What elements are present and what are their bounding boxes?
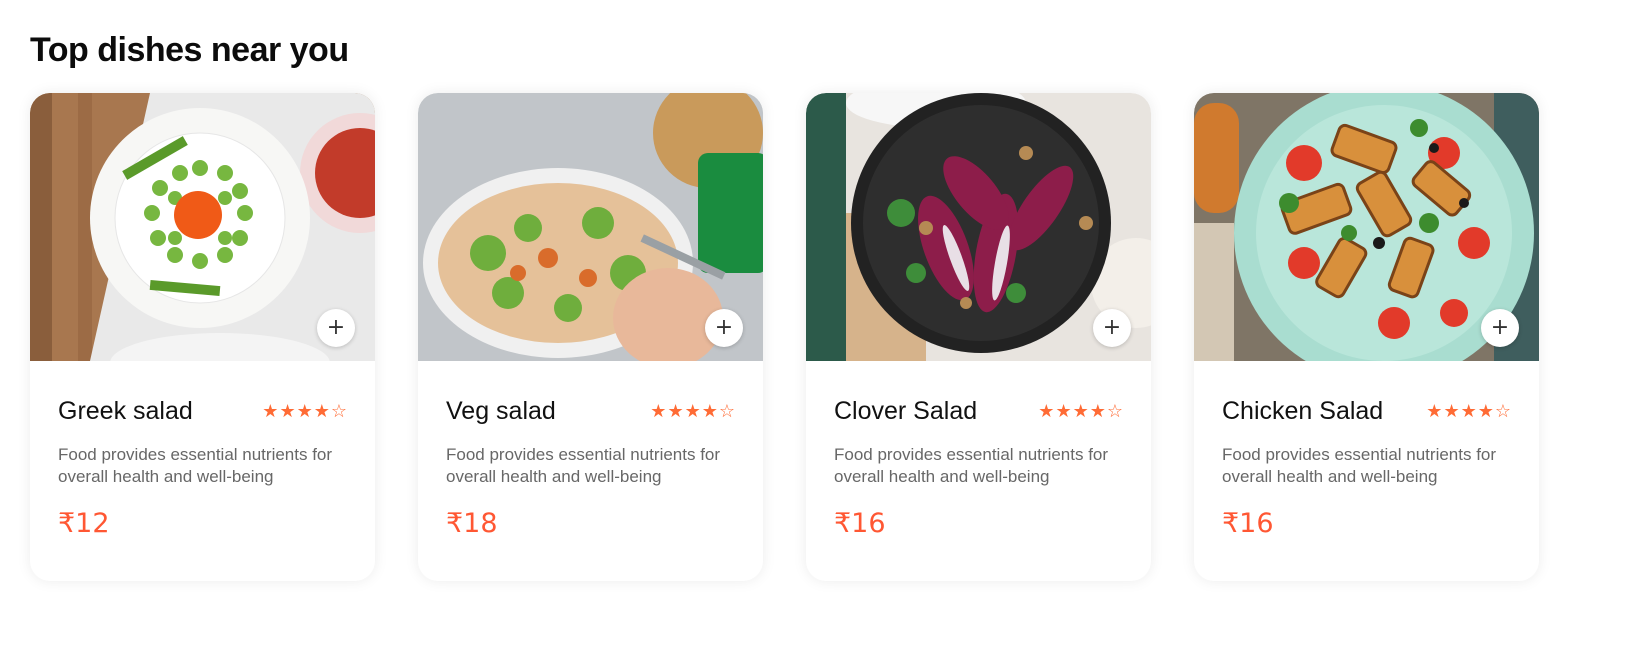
star-filled-icon: ★: [313, 401, 330, 422]
dish-price: ₹16: [834, 508, 886, 539]
dish-price: ₹16: [1222, 508, 1274, 539]
star-filled-icon: ★: [650, 401, 667, 422]
page-title: Top dishes near you: [30, 30, 349, 69]
dish-name-row: Clover Salad ★ ★ ★ ★ ☆: [834, 397, 1123, 426]
star-filled-icon: ★: [1460, 401, 1477, 422]
rating-stars: ★ ★ ★ ★ ☆: [650, 401, 735, 422]
rating-stars: ★ ★ ★ ★ ☆: [1038, 401, 1123, 422]
plus-icon: +: [1490, 315, 1510, 340]
plus-icon: +: [326, 315, 346, 340]
dish-name-row: Greek salad ★ ★ ★ ★ ☆: [58, 397, 347, 426]
star-filled-icon: ★: [667, 401, 684, 422]
dish-card[interactable]: + Clover Salad ★ ★ ★ ★ ☆ Food provides e…: [806, 93, 1151, 581]
dish-image: +: [1194, 93, 1539, 361]
star-filled-icon: ★: [1443, 401, 1460, 422]
add-to-cart-button[interactable]: +: [317, 309, 355, 347]
plus-icon: +: [714, 315, 734, 340]
add-to-cart-button[interactable]: +: [1093, 309, 1131, 347]
dish-image: +: [806, 93, 1151, 361]
dish-name: Veg salad: [446, 397, 556, 425]
dish-name: Chicken Salad: [1222, 397, 1384, 425]
star-filled-icon: ★: [262, 401, 279, 422]
star-filled-icon: ★: [296, 401, 313, 422]
dish-price: ₹12: [58, 508, 110, 539]
add-to-cart-button[interactable]: +: [705, 309, 743, 347]
star-filled-icon: ★: [1055, 401, 1072, 422]
star-filled-icon: ★: [684, 401, 701, 422]
dish-image: +: [30, 93, 375, 361]
star-filled-icon: ★: [1038, 401, 1055, 422]
star-filled-icon: ★: [1426, 401, 1443, 422]
star-filled-icon: ★: [701, 401, 718, 422]
star-filled-icon: ★: [279, 401, 296, 422]
dish-card[interactable]: + Chicken Salad ★ ★ ★ ★ ☆ Food provides …: [1194, 93, 1539, 581]
plus-icon: +: [1102, 315, 1122, 340]
dish-name-row: Chicken Salad ★ ★ ★ ★ ☆: [1222, 397, 1511, 426]
dish-info: Veg salad ★ ★ ★ ★ ☆ Food provides essent…: [418, 361, 763, 539]
dish-name: Greek salad: [58, 397, 193, 425]
dish-description: Food provides essential nutrients for ov…: [446, 445, 721, 486]
dish-image: +: [418, 93, 763, 361]
dish-info: Greek salad ★ ★ ★ ★ ☆ Food provides esse…: [30, 361, 375, 539]
add-to-cart-button[interactable]: +: [1481, 309, 1519, 347]
dish-description: Food provides essential nutrients for ov…: [1222, 445, 1497, 486]
star-filled-icon: ★: [1477, 401, 1494, 422]
dish-card[interactable]: + Veg salad ★ ★ ★ ★ ☆ Food provides esse…: [418, 93, 763, 581]
star-filled-icon: ★: [1089, 401, 1106, 422]
dish-price: ₹18: [446, 508, 498, 539]
dish-info: Chicken Salad ★ ★ ★ ★ ☆ Food provides es…: [1194, 361, 1539, 539]
star-filled-icon: ★: [1072, 401, 1089, 422]
dish-info: Clover Salad ★ ★ ★ ★ ☆ Food provides ess…: [806, 361, 1151, 539]
star-outline-icon: ☆: [718, 401, 735, 422]
star-outline-icon: ☆: [330, 401, 347, 422]
dish-card[interactable]: + Greek salad ★ ★ ★ ★ ☆ Food provides es…: [30, 93, 375, 581]
dish-name-row: Veg salad ★ ★ ★ ★ ☆: [446, 397, 735, 426]
star-outline-icon: ☆: [1106, 401, 1123, 422]
star-outline-icon: ☆: [1494, 401, 1511, 422]
rating-stars: ★ ★ ★ ★ ☆: [1426, 401, 1511, 422]
dish-description: Food provides essential nutrients for ov…: [834, 445, 1109, 486]
rating-stars: ★ ★ ★ ★ ☆: [262, 401, 347, 422]
dish-name: Clover Salad: [834, 397, 978, 425]
dish-list: + Greek salad ★ ★ ★ ★ ☆ Food provides es…: [30, 93, 1539, 581]
dish-description: Food provides essential nutrients for ov…: [58, 445, 333, 486]
